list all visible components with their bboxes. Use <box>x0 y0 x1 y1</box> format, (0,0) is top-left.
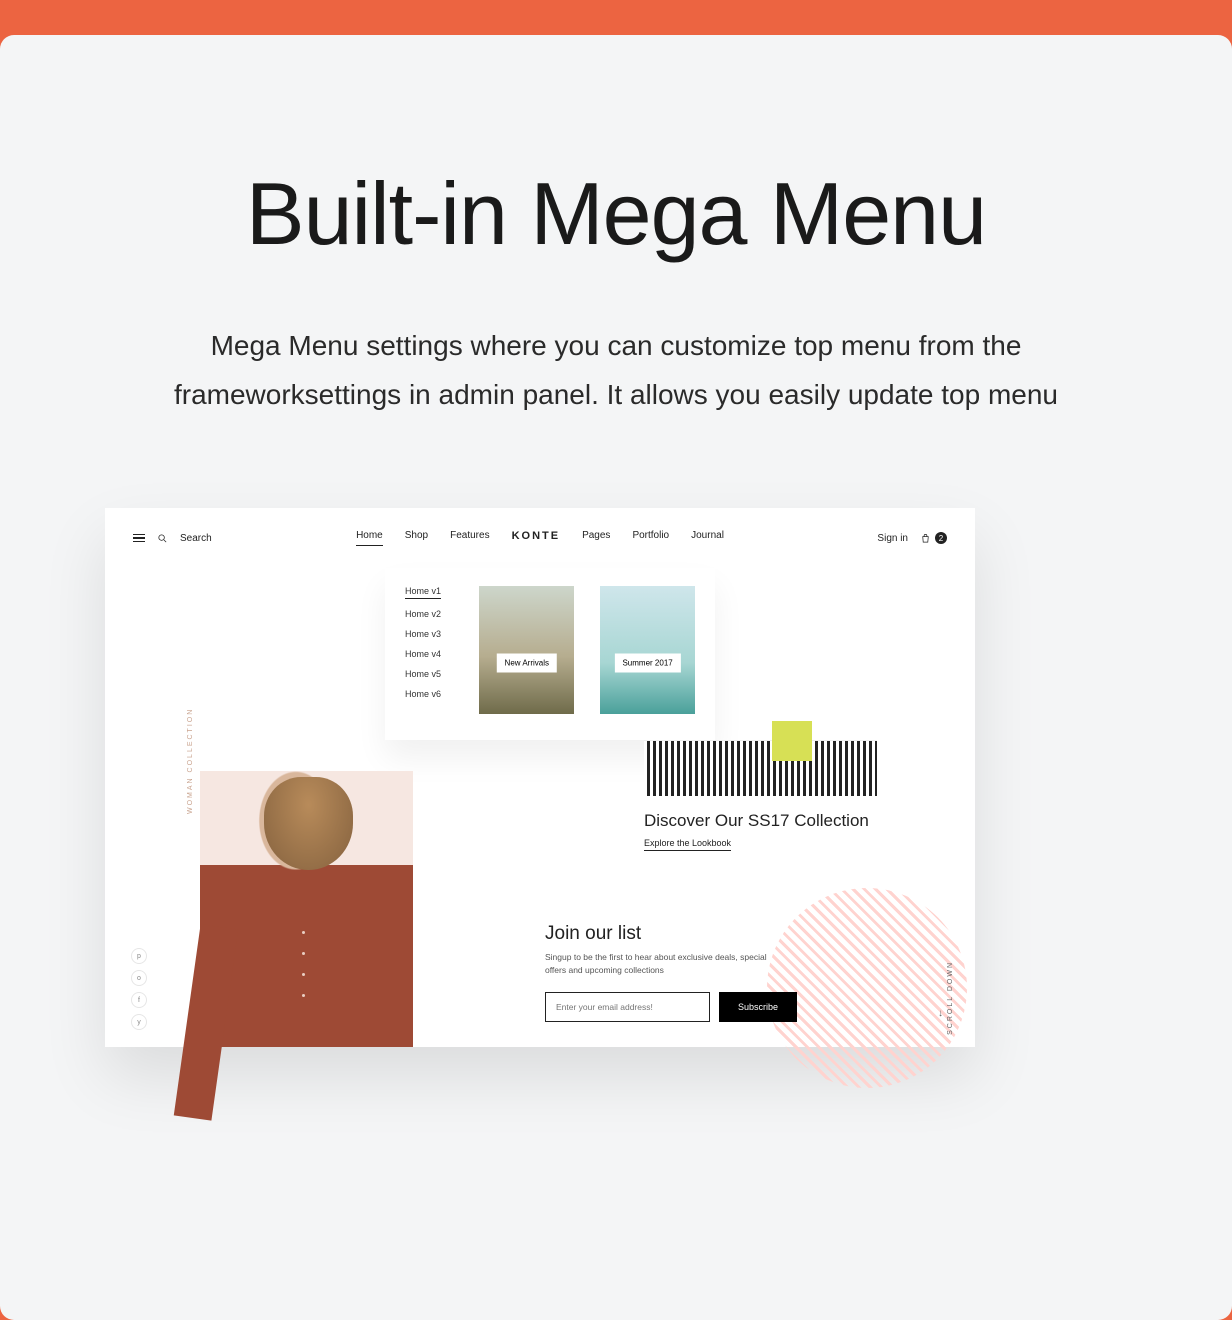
decorative-circle <box>767 888 967 1088</box>
nav-item-journal[interactable]: Journal <box>691 530 724 546</box>
mega-item[interactable]: Home v4 <box>405 649 453 659</box>
mega-item[interactable]: Home v3 <box>405 629 453 639</box>
hero-title: Built-in Mega Menu <box>0 163 1232 265</box>
mega-card-label: New Arrivals <box>497 653 557 672</box>
mega-item[interactable]: Home v6 <box>405 689 453 699</box>
newsletter-subtitle: Singup to be the first to hear about exc… <box>545 951 785 977</box>
nav-item-pages[interactable]: Pages <box>582 530 610 546</box>
social-pinterest-icon[interactable]: p <box>131 948 147 964</box>
hero-image-right <box>644 740 877 796</box>
mega-card-new-arrivals[interactable]: New Arrivals <box>479 586 574 714</box>
social-column: p o f y <box>131 948 147 1030</box>
collection-title: Discover Our SS17 Collection <box>644 811 869 831</box>
mega-menu-list: Home v1 Home v2 Home v3 Home v4 Home v5 … <box>405 586 453 740</box>
mega-item[interactable]: Home v5 <box>405 669 453 679</box>
nav-center: Home Shop Features KONTE Pages Portfolio… <box>105 530 975 546</box>
scroll-down-icon[interactable]: ↓ <box>938 1008 943 1019</box>
newsletter-title: Join our list <box>545 923 641 945</box>
hero-image-left <box>200 771 413 1047</box>
mega-card-summer[interactable]: Summer 2017 <box>600 586 695 714</box>
nav-item-home[interactable]: Home <box>356 530 383 546</box>
nav-item-features[interactable]: Features <box>450 530 489 546</box>
mega-item[interactable]: Home v2 <box>405 609 453 619</box>
mega-menu-dropdown: Home v1 Home v2 Home v3 Home v4 Home v5 … <box>385 568 715 740</box>
nav-item-shop[interactable]: Shop <box>405 530 428 546</box>
subscribe-button[interactable]: Subscribe <box>719 992 797 1022</box>
newsletter-email-field[interactable] <box>545 992 710 1022</box>
social-twitter-icon[interactable]: y <box>131 1014 147 1030</box>
social-instagram-icon[interactable]: o <box>131 970 147 986</box>
scroll-down-label: SCROLL DOWN <box>947 961 954 1035</box>
mega-card-label: Summer 2017 <box>614 653 680 672</box>
logo[interactable]: KONTE <box>512 530 561 546</box>
social-facebook-icon[interactable]: f <box>131 992 147 1008</box>
feature-card: Built-in Mega Menu Mega Menu settings wh… <box>0 35 1232 1320</box>
side-label: WOMAN COLLECTION <box>187 708 194 814</box>
collection-link[interactable]: Explore the Lookbook <box>644 838 731 851</box>
mega-item[interactable]: Home v1 <box>405 586 441 599</box>
nav-item-portfolio[interactable]: Portfolio <box>632 530 669 546</box>
preview-header: Search Home Shop Features KONTE Pages Po… <box>105 508 975 568</box>
hero-subtitle: Mega Menu settings where you can customi… <box>156 321 1076 419</box>
site-preview: Search Home Shop Features KONTE Pages Po… <box>105 508 975 1047</box>
